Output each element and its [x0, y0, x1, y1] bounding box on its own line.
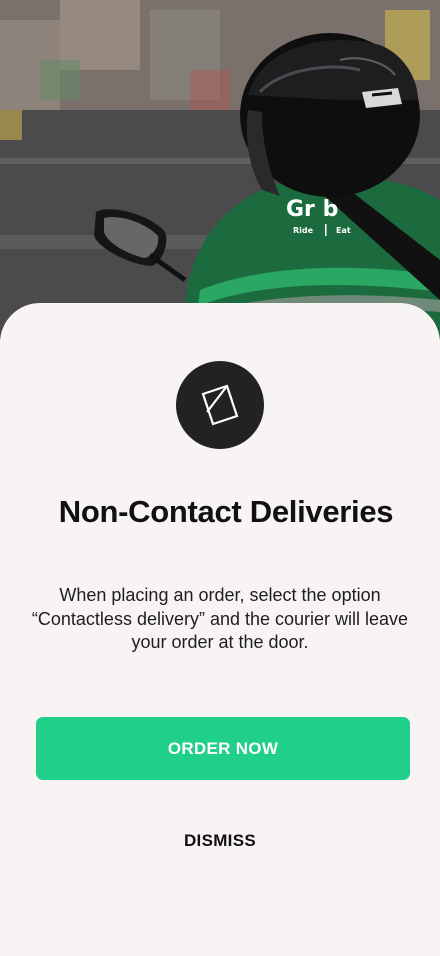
diamond-slash-icon: [201, 384, 239, 426]
jacket-label-ride: Ride: [293, 226, 314, 235]
dismiss-button[interactable]: DISMISS: [120, 824, 320, 858]
modal-title: Non-Contact Deliveries: [58, 494, 394, 529]
order-now-button[interactable]: ORDER NOW: [36, 717, 410, 780]
courier-photo-illustration: Gr b Ride Eat: [0, 0, 440, 340]
hero-photo: Gr b Ride Eat: [0, 0, 440, 340]
jacket-logo-text: Gr b: [286, 197, 338, 222]
modal-description: When placing an order, select the option…: [31, 585, 409, 652]
non-contact-icon: [176, 361, 264, 449]
jacket-label-eat: Eat: [336, 226, 351, 235]
